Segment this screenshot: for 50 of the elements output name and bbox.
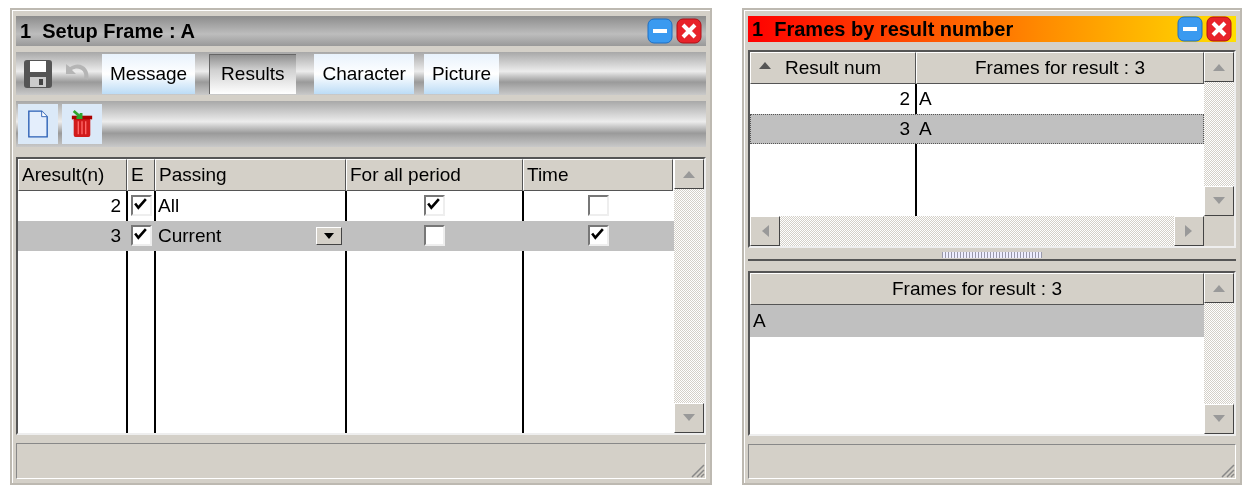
resize-grip-icon[interactable] [689,462,705,478]
document-icon [27,110,49,139]
minimize-icon[interactable] [647,18,673,44]
tab[interactable]: Picture [423,53,500,94]
table-cell: 2 [110,194,121,217]
splitter-handle[interactable] [748,251,1236,262]
tab[interactable]: Results [209,53,297,94]
column-header[interactable]: Frames for result : 3 [750,273,1204,306]
column-header[interactable]: Aresult(n) [18,158,127,191]
column-header[interactable]: For all period [346,158,523,191]
delete-button[interactable] [62,104,102,145]
table-cell: Current [158,224,222,247]
scrollbar-corner [1204,215,1234,246]
checkbox[interactable] [130,225,152,247]
table-cell: A [919,118,932,140]
window-title: 1 Frames by result number [752,17,1014,41]
checkbox[interactable] [424,195,445,217]
trash-icon [70,110,94,139]
close-icon[interactable] [676,18,702,44]
close-icon[interactable] [1206,16,1232,42]
caret-icon [324,232,334,239]
table-row[interactable]: 2 A [750,84,1204,114]
save-icon[interactable] [22,57,54,90]
table-cell: All [158,194,180,217]
column-header[interactable]: Frames for result : 3 [916,52,1204,84]
resize-grip-icon[interactable] [1219,462,1235,478]
dropdown-button[interactable] [316,226,342,245]
column-header[interactable]: Time [523,158,673,191]
table-row[interactable]: A [750,305,1204,338]
minimize-icon[interactable] [1177,16,1203,42]
tab[interactable]: Message [102,53,196,94]
column-header[interactable]: E [127,158,155,191]
table-cell: 3 [110,224,121,247]
table-cell: 2 [899,88,910,110]
checkbox[interactable] [587,195,609,217]
window-title: 1 Setup Frame : A [20,19,195,43]
column-header[interactable]: Result num [750,52,916,84]
new-document-button[interactable] [18,104,58,145]
table-row[interactable]: 2 All [18,190,674,221]
table-row[interactable]: 3 Current [18,220,674,251]
column-header[interactable]: Passing [155,158,346,191]
table-cell: 3 [899,118,910,140]
checkbox[interactable] [424,225,445,247]
table-row[interactable]: 3 A [750,114,1204,144]
checkbox[interactable] [587,225,609,247]
table-cell: A [919,88,932,110]
tab[interactable]: Character [314,53,414,94]
sort-ascending-icon [759,62,771,69]
checkbox[interactable] [130,195,152,217]
table-cell: A [753,310,766,333]
